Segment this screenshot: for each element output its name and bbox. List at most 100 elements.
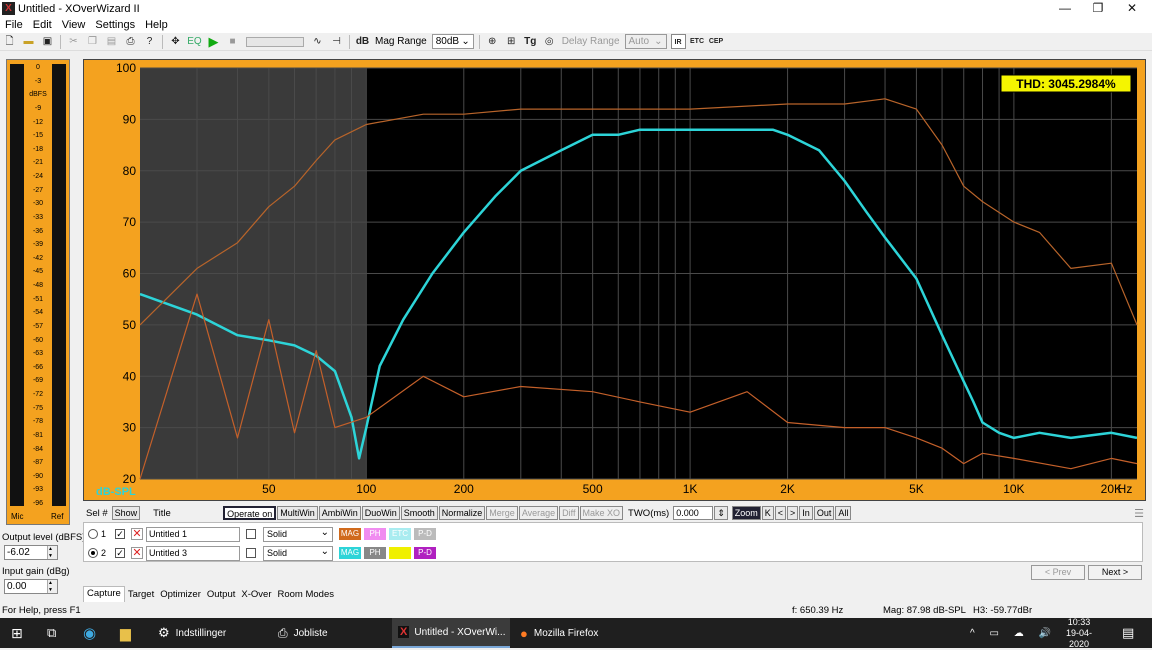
make-xo-button[interactable]: Make XO — [579, 506, 624, 520]
track-select-radio[interactable] — [88, 529, 98, 539]
close-button[interactable]: ✕ — [1114, 0, 1150, 17]
two-input[interactable]: 0.000 — [673, 506, 714, 520]
zoom-button[interactable]: Zoom — [731, 506, 761, 520]
paste-icon[interactable]: ▤ — [104, 34, 119, 49]
mag-toggle[interactable]: MAG — [339, 547, 361, 559]
track-option-checkbox[interactable] — [246, 529, 256, 539]
ambiwin-button[interactable]: AmbiWin — [318, 506, 361, 520]
zoom-out-button[interactable]: Out — [813, 506, 835, 520]
x-tick-label: 5K — [909, 482, 924, 496]
notification-icon[interactable]: ▤ — [1122, 618, 1134, 648]
track-row[interactable]: 1 ✓ ✕ Untitled 1 Solid MAG PH ETC P-D — [84, 524, 1144, 544]
open-folder-icon[interactable]: ▬ — [21, 34, 36, 49]
zoom-k-button[interactable]: K — [761, 506, 774, 520]
tab-room-modes[interactable]: Room Modes — [275, 588, 338, 602]
chart-svg[interactable]: 100908070605040302050 100 200 500 1K 2K 5K 10K 2… — [84, 60, 1147, 502]
tab-optimizer[interactable]: Optimizer — [157, 588, 204, 602]
output-level-input[interactable]: -6.02 — [4, 545, 58, 560]
tools-icon[interactable]: ✥ — [168, 34, 183, 49]
average-button[interactable]: Average — [518, 506, 559, 520]
multiwin-button[interactable]: MultiWin — [277, 506, 318, 520]
line-style-select[interactable]: Solid — [263, 545, 333, 561]
track-title-field[interactable]: Untitled 3 — [146, 545, 240, 561]
clock[interactable]: 10:33 19-04-2020 — [1058, 617, 1100, 649]
show-button[interactable]: Show — [111, 506, 141, 520]
tab-x-over[interactable]: X-Over — [238, 588, 274, 602]
menu-settings[interactable]: Settings — [90, 19, 140, 31]
print-icon[interactable]: ⎙ — [123, 34, 138, 49]
eq-button[interactable]: EQ — [187, 34, 202, 49]
mag-range-select[interactable]: 80dB ⌄ — [431, 34, 474, 49]
next-button[interactable]: Next > — [1088, 565, 1142, 580]
zoom-left-button[interactable]: < — [774, 506, 787, 520]
minimize-button[interactable]: — — [1047, 0, 1083, 17]
help-pointer-icon[interactable]: ? — [142, 34, 157, 49]
task-view-icon[interactable]: ⧉ — [47, 618, 56, 648]
prev-button[interactable]: < Prev — [1031, 565, 1085, 580]
etc-toggle[interactable]: ETC — [389, 528, 411, 540]
stop-icon[interactable]: ■ — [225, 34, 240, 49]
mode-cep-button[interactable]: CEP — [709, 34, 724, 49]
maximize-button[interactable]: ❐ — [1080, 0, 1116, 17]
db-button[interactable]: dB — [355, 34, 370, 49]
new-file-icon[interactable]: 🗋 — [2, 34, 17, 49]
diff-button[interactable]: Diff — [559, 506, 579, 520]
tab-target[interactable]: Target — [125, 588, 157, 602]
pd-toggle[interactable]: P-D — [414, 528, 436, 540]
track-show-checkbox[interactable]: ✓ — [115, 548, 125, 558]
windows-start-icon[interactable]: ⊞ — [11, 618, 23, 648]
tab-capture[interactable]: Capture — [83, 586, 125, 602]
system-tray-icons[interactable]: ^ ▭ ☁ 🔊 — [970, 618, 1057, 648]
track-show-checkbox[interactable]: ✓ — [115, 529, 125, 539]
taskbar-item-printqueue[interactable]: ⎙ Jobliste — [272, 618, 387, 648]
pd-toggle[interactable]: P-D — [414, 547, 436, 559]
delete-track-icon[interactable]: ✕ — [131, 528, 143, 540]
phase-toggle[interactable]: PH — [364, 547, 386, 559]
etc-toggle[interactable]: ETC — [389, 547, 411, 559]
track-select-radio[interactable] — [88, 548, 98, 558]
zoom-right-button[interactable]: > — [787, 506, 799, 520]
response-view-icon[interactable]: ∿ — [310, 34, 325, 49]
track-option-checkbox[interactable] — [246, 548, 256, 558]
impulse-view-icon[interactable]: ⊣ — [329, 34, 344, 49]
edge-browser-icon[interactable]: ◉ — [83, 618, 96, 648]
copy-icon[interactable]: ❐ — [85, 34, 100, 49]
crosshair-icon[interactable]: ⊕ — [485, 34, 500, 49]
normalize-button[interactable]: Normalize — [438, 506, 486, 520]
menu-help[interactable]: Help — [140, 19, 173, 31]
smooth-button[interactable]: Smooth — [400, 506, 438, 520]
track-title-field[interactable]: Untitled 1 — [146, 526, 240, 542]
menu-view[interactable]: View — [57, 19, 91, 31]
duowin-button[interactable]: DuoWin — [361, 506, 400, 520]
taskbar-item-settings[interactable]: ⚙ Indstillinger — [152, 618, 267, 648]
frequency-response-chart[interactable]: 100 90 80 70 60 50 40 30 20 50 100 200 500 1K 2K 5K 10K 2… — [83, 59, 1146, 501]
mode-ir-button[interactable]: IR — [670, 34, 686, 49]
track-row[interactable]: 2 ✓ ✕ Untitled 3 Solid MAG PH ETC P-D — [84, 543, 1144, 563]
cut-icon[interactable]: ✂ — [66, 34, 81, 49]
play-icon[interactable]: ▶ — [206, 34, 221, 49]
input-gain-input[interactable]: 0.00 — [4, 579, 58, 594]
tab-output[interactable]: Output — [204, 588, 239, 602]
progress-slider[interactable] — [246, 36, 304, 47]
zoom-all-button[interactable]: All — [835, 506, 852, 520]
file-explorer-icon[interactable]: ▆ — [120, 618, 131, 648]
mode-etc-button[interactable]: ETC — [690, 34, 705, 49]
taskbar-item-firefox[interactable]: ● Mozilla Firefox — [514, 618, 632, 648]
merge-button[interactable]: Merge — [486, 506, 518, 520]
delay-range-select[interactable]: Auto ⌄ — [624, 34, 667, 49]
menu-edit[interactable]: Edit — [28, 19, 57, 31]
grid-icon[interactable]: ⊞ — [504, 34, 519, 49]
tg-button[interactable]: Tg — [523, 34, 538, 49]
mag-toggle[interactable]: MAG — [339, 528, 361, 540]
taskbar-item-xoverwizard[interactable]: X Untitled - XOverWi... — [392, 618, 510, 648]
menu-file[interactable]: File — [0, 19, 28, 31]
zoom-in-button[interactable]: In — [799, 506, 813, 520]
delete-track-icon[interactable]: ✕ — [131, 547, 143, 559]
target-icon[interactable]: ◎ — [542, 34, 557, 49]
two-spinner-icon[interactable]: ⇕ — [714, 506, 728, 520]
save-icon[interactable]: ▣ — [40, 34, 55, 49]
operate-on-button[interactable]: Operate on — [223, 506, 277, 520]
menu-lines-icon[interactable]: ☰ — [1134, 507, 1144, 520]
line-style-select[interactable]: Solid — [263, 526, 333, 542]
phase-toggle[interactable]: PH — [364, 528, 386, 540]
